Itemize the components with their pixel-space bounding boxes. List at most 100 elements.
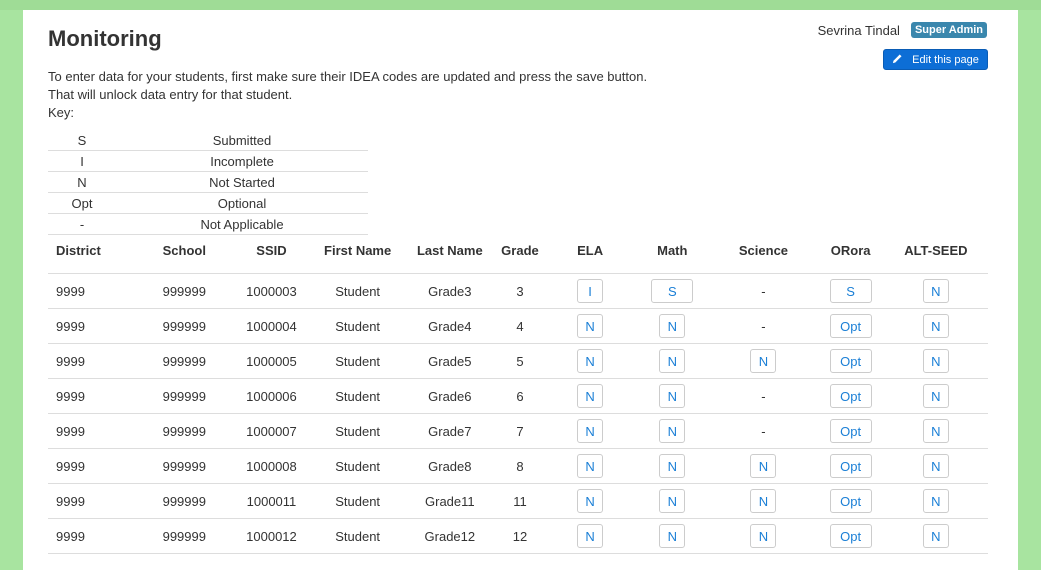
cell-school: 999999 xyxy=(136,343,233,379)
status-button-orora[interactable]: Opt xyxy=(829,524,872,548)
status-button-math[interactable]: N xyxy=(659,349,686,373)
edit-page-button[interactable]: Edit this page xyxy=(883,49,988,70)
status-button-orora[interactable]: S xyxy=(829,279,872,303)
cell-science: N xyxy=(709,483,818,519)
status-button-alt[interactable]: N xyxy=(922,419,949,443)
status-button-science[interactable]: N xyxy=(750,349,777,373)
key-meaning: Not Started xyxy=(116,171,368,193)
cell-ela: N xyxy=(545,308,636,344)
status-button-orora[interactable]: Opt xyxy=(829,489,872,513)
key-row: - Not Applicable xyxy=(48,213,368,235)
status-button-ela[interactable]: N xyxy=(577,524,604,548)
status-button-orora[interactable]: Opt xyxy=(829,419,872,443)
cell-alt: N xyxy=(883,378,988,414)
cell-last: Grade5 xyxy=(404,343,495,379)
status-button-alt[interactable]: N xyxy=(922,489,949,513)
column-header: Last Name xyxy=(404,243,495,274)
column-header: First Name xyxy=(310,243,405,274)
key-code: S xyxy=(48,130,116,151)
status-button-ela[interactable]: N xyxy=(577,349,604,373)
status-not-applicable: - xyxy=(761,423,766,439)
status-button-alt[interactable]: N xyxy=(922,349,949,373)
status-button-orora[interactable]: Opt xyxy=(829,314,872,338)
cell-grade: 3 xyxy=(494,273,546,309)
cell-science: - xyxy=(709,413,818,449)
cell-math: N xyxy=(635,483,710,519)
status-button-math[interactable]: N xyxy=(659,384,686,408)
cell-school: 999999 xyxy=(136,273,233,309)
status-button-ela[interactable]: N xyxy=(577,419,604,443)
status-button-science[interactable]: N xyxy=(750,489,777,513)
status-button-math[interactable]: N xyxy=(659,419,686,443)
table-row: 9999 999999 1000004 Student Grade4 4 N N - Opt N xyxy=(48,308,988,344)
status-button-alt[interactable]: N xyxy=(922,279,949,303)
cell-last: Grade8 xyxy=(404,448,495,484)
page-title: Monitoring xyxy=(48,26,162,51)
cell-science: N xyxy=(709,518,818,554)
status-button-math[interactable]: N xyxy=(659,489,686,513)
cell-last: Grade11 xyxy=(404,483,495,519)
table-row: 9999 999999 1000003 Student Grade3 3 I S - S N xyxy=(48,273,988,309)
cell-orora: Opt xyxy=(817,378,884,414)
status-button-ela[interactable]: N xyxy=(577,314,604,338)
cell-ssid: 1000012 xyxy=(232,518,311,554)
key-code: N xyxy=(48,171,116,193)
status-button-alt[interactable]: N xyxy=(922,454,949,478)
cell-school: 999999 xyxy=(136,483,233,519)
status-button-orora[interactable]: Opt xyxy=(829,454,872,478)
status-button-ela[interactable]: I xyxy=(577,279,604,303)
status-button-alt[interactable]: N xyxy=(922,384,949,408)
cell-district: 9999 xyxy=(48,413,137,449)
cell-science: - xyxy=(709,378,818,414)
user-name: Sevrina Tindal xyxy=(817,22,900,38)
cell-ela: I xyxy=(545,273,636,309)
cell-school: 999999 xyxy=(136,448,233,484)
cell-orora: S xyxy=(817,273,884,309)
column-header: SSID xyxy=(232,243,311,274)
status-button-ela[interactable]: N xyxy=(577,489,604,513)
cell-grade: 8 xyxy=(494,448,546,484)
cell-district: 9999 xyxy=(48,378,137,414)
status-button-math[interactable]: N xyxy=(659,454,686,478)
status-button-ela[interactable]: N xyxy=(577,384,604,408)
status-button-ela[interactable]: N xyxy=(577,454,604,478)
pencil-icon xyxy=(892,53,903,67)
column-header: District xyxy=(48,243,137,274)
key-table: S Submitted I Incomplete N Not Started Opt Opti… xyxy=(48,130,368,235)
cell-first: Student xyxy=(310,413,405,449)
status-button-science[interactable]: N xyxy=(750,454,777,478)
column-header: Math xyxy=(635,243,710,274)
key-code: Opt xyxy=(48,192,116,214)
status-button-alt[interactable]: N xyxy=(922,524,949,548)
cell-math: N xyxy=(635,413,710,449)
status-button-math[interactable]: N xyxy=(659,524,686,548)
table-row: 9999 999999 1000008 Student Grade8 8 N N N Opt N xyxy=(48,448,988,484)
key-row: I Incomplete xyxy=(48,150,368,172)
cell-science: N xyxy=(709,343,818,379)
cell-district: 9999 xyxy=(48,518,137,554)
cell-science: N xyxy=(709,448,818,484)
status-button-math[interactable]: N xyxy=(659,314,686,338)
cell-ssid: 1000004 xyxy=(232,308,311,344)
status-button-math[interactable]: S xyxy=(651,279,694,303)
role-badge: Super Admin xyxy=(910,22,987,38)
cell-ssid: 1000006 xyxy=(232,378,311,414)
top-bar xyxy=(0,0,1041,10)
cell-alt: N xyxy=(883,483,988,519)
column-header: ORora xyxy=(817,243,884,274)
cell-first: Student xyxy=(310,483,405,519)
cell-grade: 12 xyxy=(494,518,546,554)
status-button-orora[interactable]: Opt xyxy=(829,384,872,408)
status-button-orora[interactable]: Opt xyxy=(829,349,872,373)
status-button-alt[interactable]: N xyxy=(922,314,949,338)
cell-math: N xyxy=(635,448,710,484)
cell-ssid: 1000007 xyxy=(232,413,311,449)
key-label: Key: xyxy=(48,105,75,120)
status-button-science[interactable]: N xyxy=(750,524,777,548)
cell-school: 999999 xyxy=(136,518,233,554)
cell-ela: N xyxy=(545,413,636,449)
cell-alt: N xyxy=(883,273,988,309)
table-row: 9999 999999 1000005 Student Grade5 5 N N N Opt N xyxy=(48,343,988,379)
cell-school: 999999 xyxy=(136,308,233,344)
cell-district: 9999 xyxy=(48,483,137,519)
